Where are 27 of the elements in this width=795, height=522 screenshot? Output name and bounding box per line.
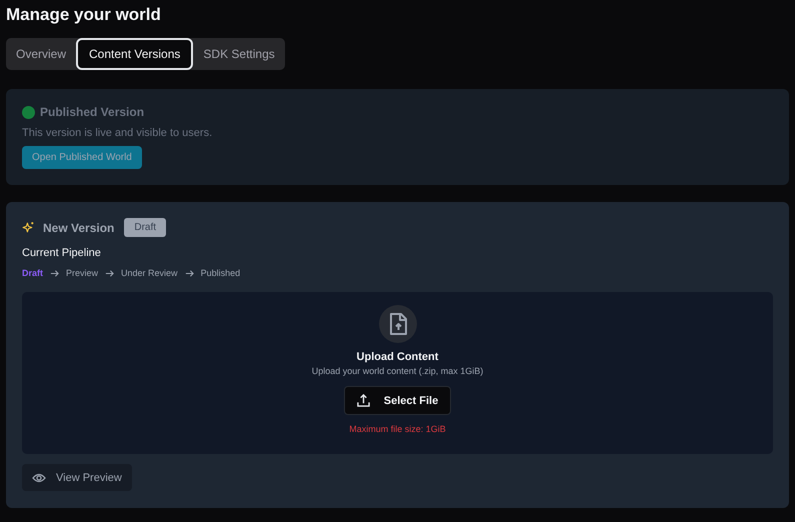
status-dot-icon bbox=[22, 106, 35, 118]
pipeline-step: Published bbox=[200, 268, 240, 278]
eye-icon bbox=[32, 472, 46, 482]
tab[interactable]: Content Versions bbox=[76, 38, 194, 70]
arrow-icon bbox=[184, 268, 194, 278]
pipeline-step: Under Review bbox=[121, 268, 178, 278]
view-preview-button[interactable]: View Preview bbox=[22, 464, 132, 491]
sparkle-icon bbox=[22, 221, 35, 234]
upload-title: Upload Content bbox=[356, 351, 438, 363]
card-description: This version is live and visible to users. bbox=[22, 127, 214, 139]
select-file-button[interactable]: Select File bbox=[344, 386, 452, 415]
pipeline-title: Current Pipeline bbox=[22, 247, 102, 259]
upload-dropzone[interactable]: Upload Content Upload your world content (.zip, max 1GiB) Select File Maximum file size: 1GiB bbox=[22, 292, 773, 454]
pipeline-step: Draft bbox=[22, 268, 44, 278]
tab[interactable]: SDK Settings bbox=[193, 38, 285, 70]
card-title: Published Version bbox=[40, 105, 144, 119]
page-title: Manage your world bbox=[6, 4, 162, 26]
card-title: New Version bbox=[43, 220, 114, 234]
size-warning: Maximum file size: 1GiB bbox=[349, 424, 446, 434]
upload-subtitle: Upload your world content (.zip, max 1GiB) bbox=[312, 366, 484, 376]
file-upload-icon bbox=[378, 305, 416, 343]
tab[interactable]: Overview bbox=[6, 38, 76, 70]
arrow-icon bbox=[105, 268, 114, 278]
pipeline-step: Preview bbox=[66, 268, 98, 278]
upload-icon bbox=[356, 394, 370, 407]
status-badge: Draft bbox=[124, 218, 166, 237]
arrow-icon bbox=[50, 268, 60, 278]
